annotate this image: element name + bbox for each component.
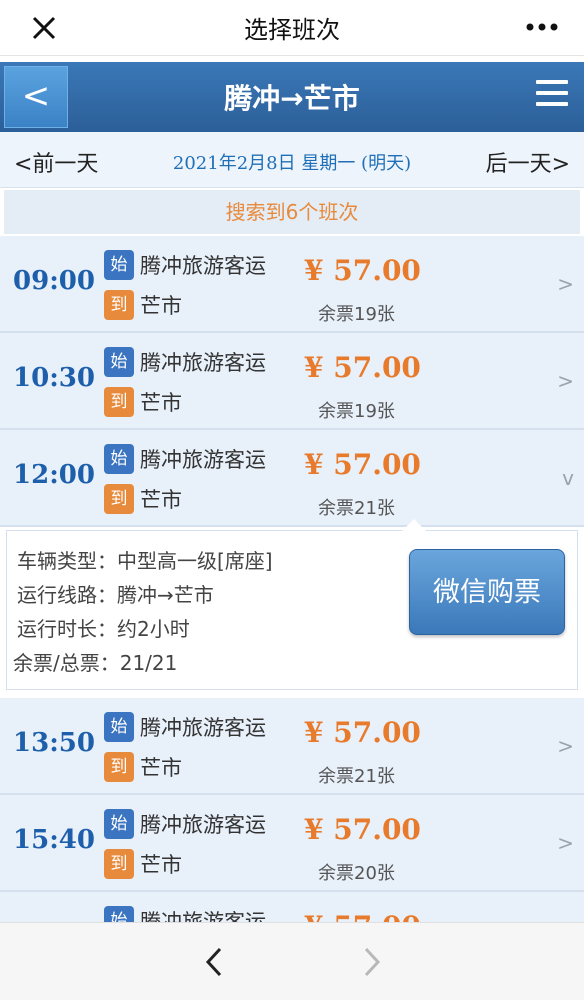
destination-station: 芒市 xyxy=(140,391,182,415)
start-tag: 始 xyxy=(104,809,134,839)
departure-time: 12:00 xyxy=(13,460,95,490)
departure-time: 13:50 xyxy=(13,728,95,758)
departure-time: 10:30 xyxy=(13,363,95,393)
ticket-count: 余票/总票：21/21 xyxy=(13,651,178,675)
ticket-price: ¥ 57.00 xyxy=(304,813,421,846)
tickets-remaining: 余票21张 xyxy=(318,498,395,519)
tickets-remaining: 余票20张 xyxy=(318,863,395,884)
chevron-down-icon: v xyxy=(562,466,574,490)
result-count: 搜索到6个班次 xyxy=(4,190,580,234)
origin-station: 腾冲旅游客运 xyxy=(140,448,266,472)
origin-station: 腾冲旅游客运 xyxy=(140,716,266,740)
tickets-remaining: 余票21张 xyxy=(318,766,395,787)
hamburger-icon[interactable] xyxy=(536,80,568,114)
trip-row-expanded[interactable]: 12:00 始 到 腾冲旅游客运 芒市 ¥ 57.00 余票21张 v xyxy=(0,430,584,527)
trip-row[interactable]: 13:50 始 到 腾冲旅游客运 芒市 ¥ 57.00 余票21张 > xyxy=(0,698,584,795)
trip-detail-panel: 车辆类型：中型高一级[席座] 运行线路：腾冲→芒市 运行时长：约2小时 余票/总… xyxy=(6,519,578,690)
wechat-nav-bar: 选择班次 xyxy=(0,0,584,56)
ticket-price: ¥ 57.00 xyxy=(304,448,421,481)
route-info: 运行线路：腾冲→芒市 xyxy=(17,583,214,607)
chevron-right-icon: > xyxy=(557,272,574,296)
caret-up-icon xyxy=(402,519,426,531)
end-tag: 到 xyxy=(104,484,134,514)
origin-station: 腾冲旅游客运 xyxy=(140,813,266,837)
more-icon[interactable] xyxy=(522,12,562,42)
browser-bottom-bar xyxy=(0,922,584,1000)
origin-station: 腾冲旅游客运 xyxy=(140,254,266,278)
route-title: 腾冲→芒市 xyxy=(224,82,360,115)
end-tag: 到 xyxy=(104,290,134,320)
start-tag: 始 xyxy=(104,712,134,742)
end-tag: 到 xyxy=(104,849,134,879)
page-title: 选择班次 xyxy=(244,16,340,44)
next-day-link[interactable]: 后一天> xyxy=(486,146,570,178)
tickets-remaining: 余票19张 xyxy=(318,304,395,325)
wechat-buy-button[interactable]: 微信购票 xyxy=(409,549,565,635)
chevron-right-icon[interactable] xyxy=(356,945,386,979)
destination-station: 芒市 xyxy=(140,488,182,512)
start-tag: 始 xyxy=(104,347,134,377)
trip-row[interactable]: 15:40 始 到 腾冲旅游客运 芒市 ¥ 57.00 余票20张 > xyxy=(0,795,584,892)
app-header: < 腾冲→芒市 xyxy=(0,62,584,132)
end-tag: 到 xyxy=(104,387,134,417)
start-tag: 始 xyxy=(104,250,134,280)
ticket-price: ¥ 57.00 xyxy=(304,254,421,287)
chevron-left-icon[interactable] xyxy=(200,945,230,979)
tickets-remaining: 余票19张 xyxy=(318,401,395,422)
end-tag: 到 xyxy=(104,752,134,782)
origin-station: 腾冲旅游客运 xyxy=(140,351,266,375)
ticket-price: ¥ 57.00 xyxy=(304,351,421,384)
trip-row[interactable]: 09:00 始 到 腾冲旅游客运 芒市 ¥ 57.00 余票19张 > xyxy=(0,236,584,333)
departure-time: 15:40 xyxy=(13,825,95,855)
destination-station: 芒市 xyxy=(140,756,182,780)
chevron-right-icon: > xyxy=(557,369,574,393)
chevron-right-icon: > xyxy=(557,831,574,855)
start-tag: 始 xyxy=(104,444,134,474)
ticket-price: ¥ 57.00 xyxy=(304,716,421,749)
duration-info: 运行时长：约2小时 xyxy=(17,617,190,641)
departure-time: 09:00 xyxy=(13,266,95,296)
trip-row[interactable]: 10:30 始 到 腾冲旅游客运 芒市 ¥ 57.00 余票19张 > xyxy=(0,333,584,430)
chevron-right-icon: > xyxy=(557,734,574,758)
destination-station: 芒市 xyxy=(140,294,182,318)
date-bar: <前一天 2021年2月8日 星期一 (明天) 后一天> xyxy=(0,132,584,188)
destination-station: 芒市 xyxy=(140,853,182,877)
vehicle-type: 车辆类型：中型高一级[席座] xyxy=(17,549,273,573)
